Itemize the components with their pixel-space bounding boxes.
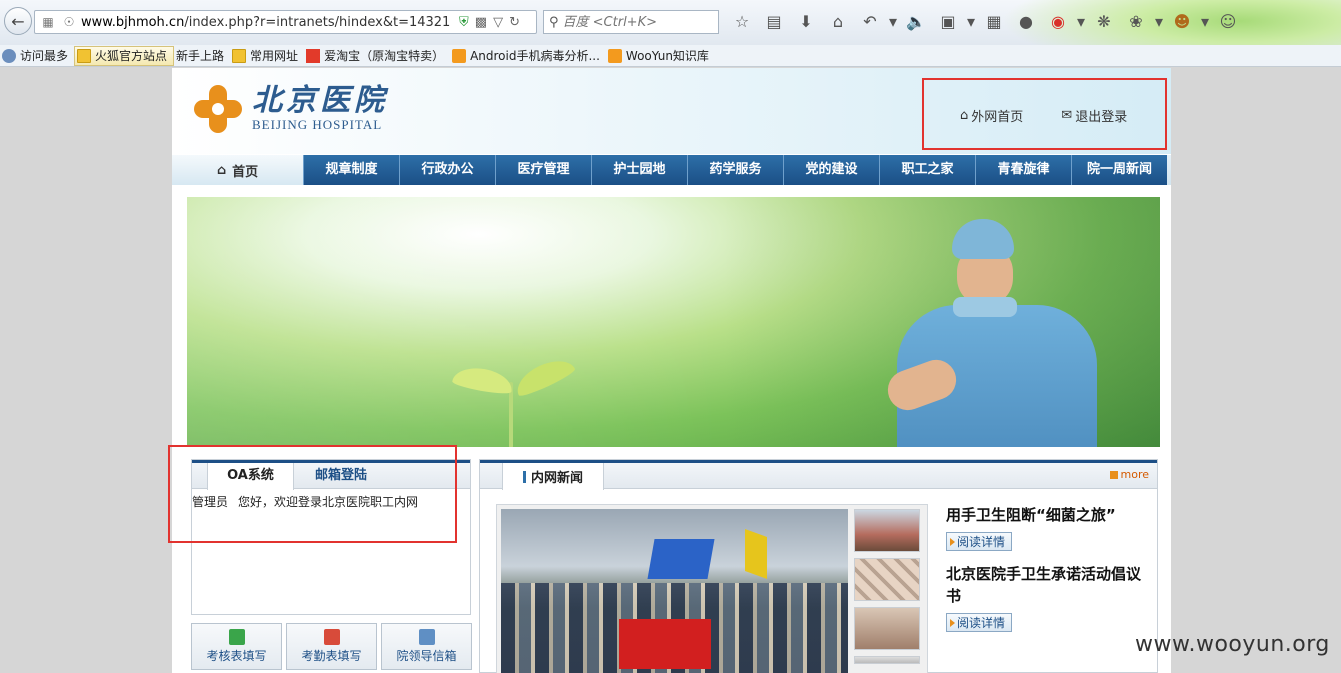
chevron-down-icon[interactable]: ▾	[1074, 11, 1088, 33]
url-bar[interactable]: ▦ ☉ www.bjhmoh.cn/index.php?r=intranets/…	[34, 10, 537, 34]
taobao-icon	[306, 48, 321, 63]
chevron-down-icon[interactable]: ▾	[886, 11, 900, 33]
plus-icon	[1109, 470, 1118, 479]
triangle-icon	[950, 537, 955, 546]
nav-item[interactable]: 党的建设	[783, 155, 879, 185]
news-thumbnail[interactable]	[854, 607, 920, 650]
url-text[interactable]: www.bjhmoh.cn/index.php?r=intranets/hind…	[81, 15, 451, 30]
logo-english-name: BEIJING HOSPITAL	[252, 117, 383, 132]
search-icon: ⚲	[549, 14, 559, 30]
reader-icon[interactable]: ▦	[978, 11, 1010, 33]
download-icon[interactable]: ⬇	[790, 11, 822, 33]
weibo-icon[interactable]: ◉	[1042, 11, 1074, 33]
more-link[interactable]: more	[1109, 468, 1149, 481]
news-thumbnail[interactable]	[854, 509, 920, 552]
nav-item[interactable]: 药学服务	[687, 155, 783, 185]
nav-item[interactable]: 院一周新闻	[1071, 155, 1167, 185]
folder-icon	[77, 48, 92, 63]
back-arrow-icon: ←	[11, 11, 25, 31]
site-logo[interactable]: 北京医院 BEIJING HOSPITAL	[192, 80, 402, 138]
smiley-icon[interactable]: ☺	[1212, 11, 1244, 33]
nav-item[interactable]: 职工之家	[879, 155, 975, 185]
bookmark-item[interactable]: 访问最多	[0, 46, 74, 66]
browser-toolbar: ← ▦ ☉ www.bjhmoh.cn/index.php?r=intranet…	[0, 0, 1341, 70]
news-main-photo[interactable]	[501, 509, 848, 673]
news-thumbnail[interactable]	[854, 558, 920, 601]
chevron-down-icon[interactable]: ▾	[964, 11, 978, 33]
edit-icon	[228, 629, 245, 645]
user-icon	[2, 48, 16, 63]
doctor-photo	[882, 215, 1117, 447]
bookmarks-bar: 访问最多 火狐官方站点 新手上路 常用网址 爱淘宝（原淘宝特卖） Android…	[0, 45, 1341, 127]
back-button[interactable]: ←	[4, 7, 32, 35]
news-headline[interactable]: 用手卫生阻断“细菌之旅”	[946, 504, 1146, 526]
news-panel: 内网新闻 more 用手卫生阻断“细菌之旅” 阅读详情 北京医院手卫生承诺活动倡…	[479, 459, 1158, 673]
hospital-intranet-page: 北京医院 BEIJING HOSPITAL ⌂ 外网首页 ✉ 退出登录 ⌂ 首页 规…	[172, 68, 1171, 673]
clipboard-icon	[323, 629, 340, 645]
dropdown-icon[interactable]: ▽	[493, 15, 503, 30]
page-icon: ▦	[42, 15, 54, 29]
bookmark-item[interactable]: 爱淘宝（原淘宝特卖）	[304, 46, 450, 66]
bookmark-item[interactable]: 常用网址	[230, 46, 304, 66]
chat-icon[interactable]: ●	[1010, 11, 1042, 33]
clipboard-icon[interactable]: ▤	[758, 11, 790, 33]
undo-icon[interactable]: ↶	[854, 11, 886, 33]
news-header: 内网新闻 more	[480, 460, 1157, 490]
nav-item[interactable]: 规章制度	[303, 155, 399, 185]
reload-icon[interactable]: ↻	[509, 15, 520, 30]
highlight-box-header-links	[922, 78, 1167, 150]
hospital-cross-icon	[192, 83, 244, 135]
news-headlines: 用手卫生阻断“细菌之旅” 阅读详情 北京医院手卫生承诺活动倡议书 阅读详情	[946, 504, 1146, 644]
tab-intranet-news[interactable]: 内网新闻	[502, 463, 604, 490]
news-headline[interactable]: 北京医院手卫生承诺活动倡议书	[946, 563, 1146, 607]
rss-icon	[452, 48, 467, 63]
nav-home[interactable]: ⌂ 首页	[172, 155, 303, 185]
bookmark-item[interactable]: 新手上路	[172, 46, 230, 127]
folder-icon	[232, 48, 247, 63]
read-more-button[interactable]: 阅读详情	[946, 613, 1013, 632]
chevron-down-icon[interactable]: ▾	[1198, 11, 1212, 33]
star-icon[interactable]: ☆	[726, 11, 758, 33]
qrcode-icon[interactable]: ▩	[475, 15, 487, 30]
bookmark-item[interactable]: WooYun知识库	[606, 46, 715, 66]
search-bar[interactable]: ⚲	[543, 10, 719, 34]
rss-icon	[607, 48, 622, 63]
chevron-down-icon[interactable]: ▾	[1152, 11, 1166, 33]
extension-icon[interactable]: ❀	[1120, 11, 1152, 33]
bar-icon	[522, 470, 526, 483]
assessment-form-button[interactable]: 考核表填写	[191, 623, 282, 670]
bookmark-item[interactable]: 火狐官方站点	[74, 45, 175, 66]
read-more-button[interactable]: 阅读详情	[946, 532, 1013, 551]
speaker-icon[interactable]: 🔈	[900, 11, 932, 33]
globe-icon: ☉	[63, 15, 75, 29]
home-icon[interactable]: ⌂	[822, 11, 854, 33]
house-icon: ⌂	[216, 162, 227, 178]
news-thumbnail[interactable]	[854, 656, 920, 664]
mail-icon	[418, 629, 435, 645]
news-photo-gallery	[496, 504, 928, 673]
leader-mailbox-button[interactable]: 院领导信箱	[381, 623, 472, 670]
attendance-form-button[interactable]: 考勤表填写	[286, 623, 377, 670]
nav-item[interactable]: 青春旋律	[975, 155, 1071, 185]
shield-icon[interactable]: ⛨	[459, 15, 469, 30]
search-input[interactable]	[562, 14, 703, 30]
nav-item[interactable]: 护士园地	[591, 155, 687, 185]
triangle-icon	[950, 618, 955, 627]
monkey-icon[interactable]: ☻	[1166, 11, 1198, 33]
quick-buttons: 考核表填写 考勤表填写 院领导信箱	[191, 623, 472, 670]
crop-icon[interactable]: ▣	[932, 11, 964, 33]
bookmark-item[interactable]: Android手机病毒分析...	[450, 46, 606, 66]
watermark: www.wooyun.org	[1135, 632, 1330, 657]
logo-chinese-name: 北京医院	[252, 83, 388, 118]
extension-icon[interactable]: ❋	[1088, 11, 1120, 33]
nav-item[interactable]: 行政办公	[399, 155, 495, 185]
main-nav: ⌂ 首页 规章制度 行政办公 医疗管理 护士园地 药学服务 党的建设 职工之家 …	[172, 155, 1171, 185]
nav-item[interactable]: 医疗管理	[495, 155, 591, 185]
highlight-box-oa-welcome	[168, 445, 457, 543]
hero-banner	[187, 197, 1160, 447]
